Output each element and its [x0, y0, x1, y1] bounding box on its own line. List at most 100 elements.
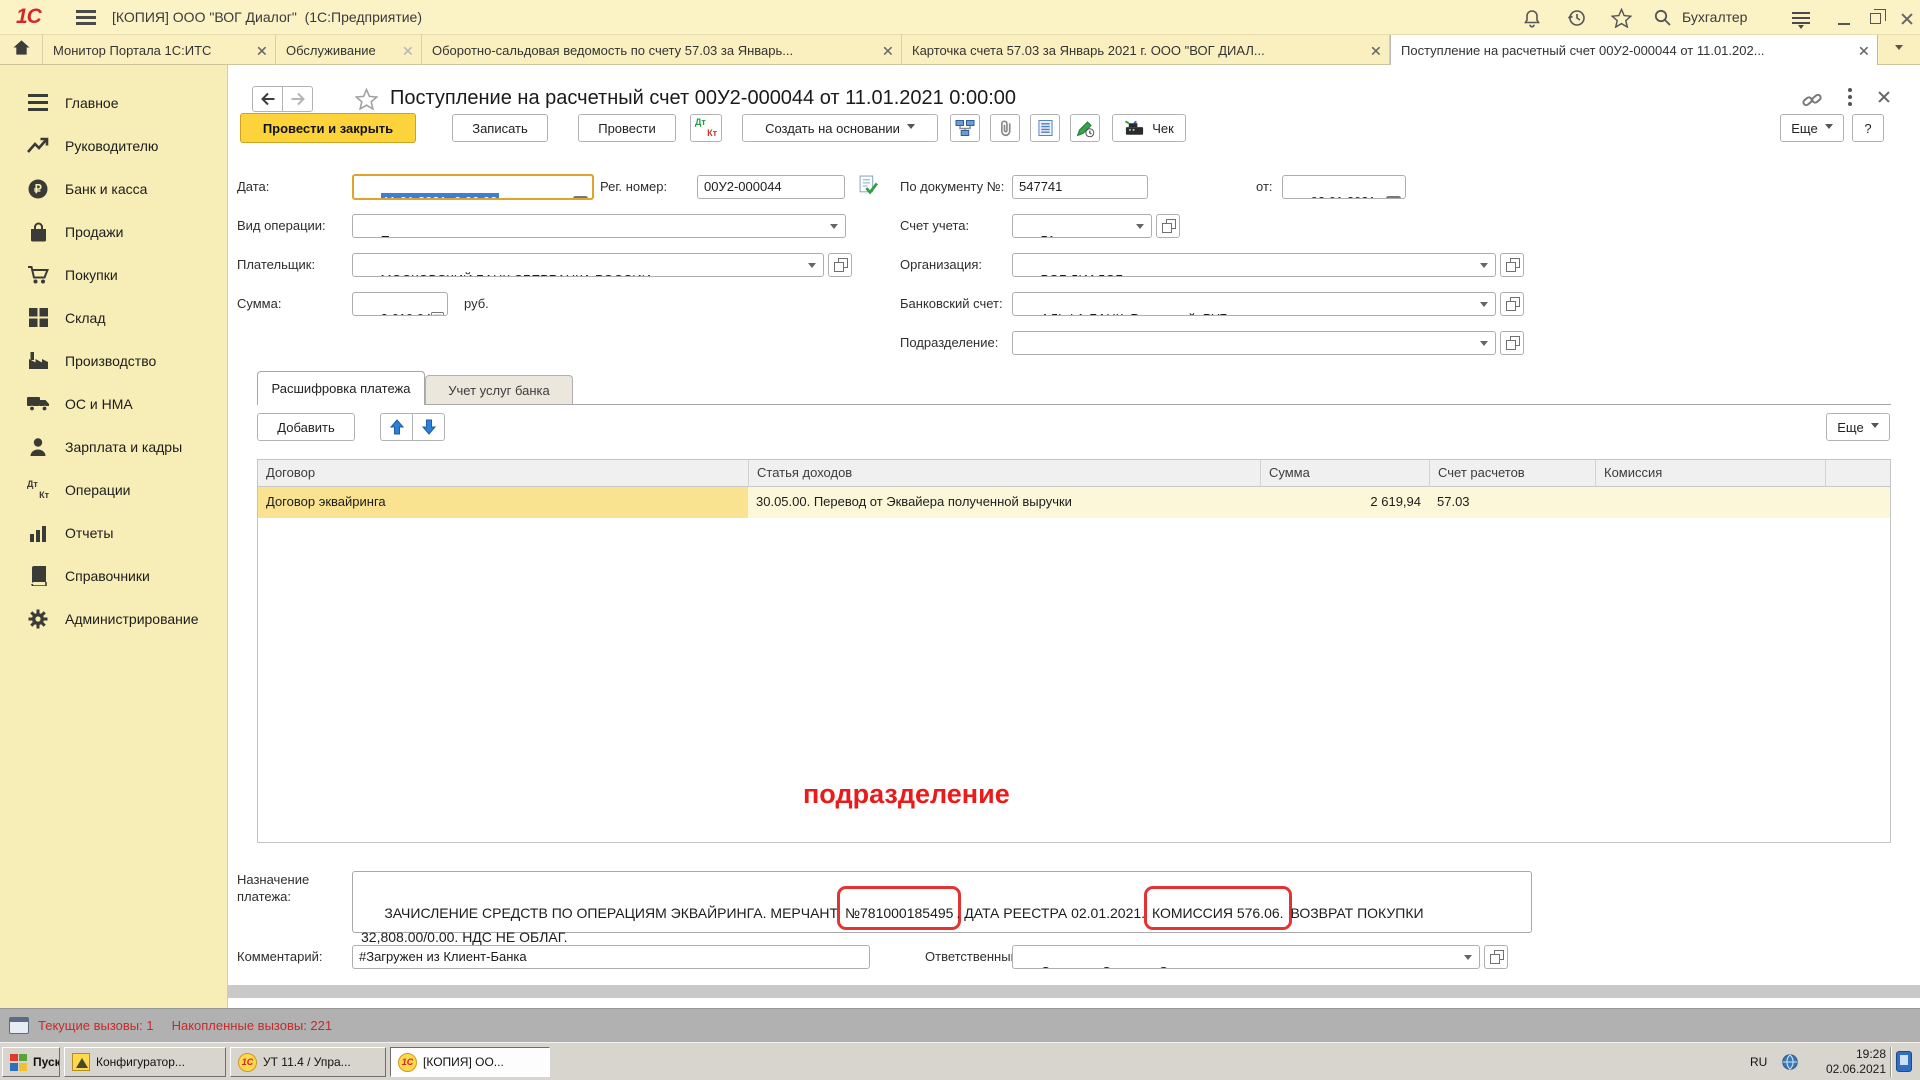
sidebar-item-glavnoe[interactable]: Главное	[0, 81, 227, 124]
create-based-on-button[interactable]: Создать на основании	[742, 114, 938, 142]
post-and-close-button[interactable]: Провести и закрыть	[240, 113, 416, 143]
functions-menu-icon[interactable]	[1790, 7, 1812, 29]
close-tab-icon[interactable]	[403, 46, 411, 54]
help-button[interactable]: ?	[1852, 114, 1884, 142]
responsible-open-button[interactable]	[1484, 945, 1508, 969]
calculator-icon[interactable]	[402, 297, 444, 316]
organization-select[interactable]: ВОГ ДИАЛОГ	[1012, 253, 1496, 277]
column-header[interactable]: Сумма	[1260, 460, 1429, 487]
check-receipt-button[interactable]: Чек	[1112, 114, 1186, 142]
table-more-button[interactable]: Еще	[1826, 413, 1890, 441]
horizontal-scrollbar[interactable]	[228, 985, 1920, 998]
tab-postuplenie-active[interactable]: Поступление на расчетный счет 00У2-00004…	[1390, 35, 1878, 65]
calendar-icon[interactable]	[1357, 180, 1401, 199]
responsible-select[interactable]: Сухоцкая Сладина Станиславовна	[1012, 945, 1480, 969]
table-cell-komissiya[interactable]	[1595, 487, 1825, 518]
bank-account-select[interactable]: АЛЬФА-БАНК Расчетный РУБ.	[1012, 292, 1496, 316]
date-field[interactable]: 11.01.2021 0:00:00	[352, 174, 594, 200]
start-button[interactable]: Пуск	[2, 1047, 60, 1077]
sidebar-item-spravochniki[interactable]: Справочники	[0, 554, 227, 597]
bank-account-open-button[interactable]	[1500, 292, 1524, 316]
sidebar-item-sklad[interactable]: Склад	[0, 296, 227, 339]
get-link-icon[interactable]	[1802, 90, 1822, 115]
search-icon[interactable]	[1652, 7, 1674, 29]
from-date-field[interactable]: 02.01.2021	[1282, 175, 1406, 199]
tab-obsluzhivanie[interactable]: Обслуживание	[276, 35, 422, 65]
sidebar-item-administrirovanie[interactable]: Администрирование	[0, 597, 227, 640]
table-cell-schet[interactable]: 57.03	[1429, 487, 1595, 518]
tab-kartochka-scheta[interactable]: Карточка счета 57.03 за Январь 2021 г. О…	[902, 35, 1390, 65]
move-row-up-button[interactable]	[380, 413, 413, 441]
close-tab-icon[interactable]	[883, 46, 891, 54]
division-select[interactable]	[1012, 331, 1496, 355]
sidebar-item-zarplata-i-kadry[interactable]: Зарплата и кадры	[0, 425, 227, 468]
account-select[interactable]: 51	[1012, 214, 1152, 238]
calendar-icon[interactable]	[544, 180, 588, 200]
purpose-textarea[interactable]: ЗАЧИСЛЕНИЕ СРЕДСТВ ПО ОПЕРАЦИЯМ ЭКВАЙРИН…	[352, 871, 1532, 933]
close-window-icon[interactable]	[1895, 7, 1917, 29]
table-cell-summa[interactable]: 2 619,94	[1260, 487, 1429, 518]
tab-list-chooser[interactable]	[1878, 35, 1920, 64]
network-globe-icon[interactable]	[1782, 1054, 1798, 1075]
language-indicator[interactable]: RU	[1750, 1050, 1767, 1074]
save-button[interactable]: Записать	[452, 114, 548, 142]
home-tab[interactable]	[0, 35, 43, 64]
toolbar-more-button[interactable]: Еще	[1780, 114, 1844, 142]
change-history-button[interactable]	[1070, 114, 1100, 142]
taskbar-button-ut[interactable]: 1С УТ 11.4 / Упра...	[230, 1047, 386, 1077]
comment-field[interactable]: #Загружен из Клиент-Банка	[352, 945, 870, 969]
main-menu-icon[interactable]	[76, 10, 96, 24]
history-icon[interactable]	[1566, 7, 1588, 29]
sidebar-item-otchety[interactable]: Отчеты	[0, 511, 227, 554]
payer-open-button[interactable]	[828, 253, 852, 277]
tab-bank-services[interactable]: Учет услуг банка	[425, 375, 573, 404]
related-documents-button[interactable]	[950, 114, 980, 142]
amount-field[interactable]: 2 619,94	[352, 292, 448, 316]
payment-register-button[interactable]	[1030, 114, 1060, 142]
sidebar-item-prodazhi[interactable]: Продажи	[0, 210, 227, 253]
nav-forward-button[interactable]	[282, 86, 313, 112]
close-document-icon[interactable]	[1878, 91, 1889, 102]
tray-monitor-icon[interactable]	[1896, 1051, 1912, 1072]
taskbar-button-configurator[interactable]: Конфигуратор...	[64, 1047, 226, 1077]
sidebar-item-rukovoditelyu[interactable]: Руководителю	[0, 124, 227, 167]
tab-payment-breakdown[interactable]: Расшифровка платежа	[257, 371, 425, 405]
notifications-bell-icon[interactable]	[1521, 7, 1543, 29]
table-cell-statya[interactable]: 30.05.00. Перевод от Эквайера полученной…	[748, 487, 1260, 518]
sidebar-item-operacii[interactable]: ДтКт Операции	[0, 468, 227, 511]
move-row-down-button[interactable]	[412, 413, 445, 441]
column-header[interactable]: Договор	[258, 460, 748, 487]
division-open-button[interactable]	[1500, 331, 1524, 355]
column-header[interactable]: Комиссия	[1595, 460, 1825, 487]
nav-back-button[interactable]	[252, 86, 283, 112]
account-open-button[interactable]	[1156, 214, 1180, 238]
sidebar-item-bank-i-kassa[interactable]: ₽ Банк и касса	[0, 167, 227, 210]
favorite-star-icon[interactable]	[355, 88, 378, 115]
show-postings-button[interactable]: ДтКт	[690, 114, 722, 142]
performance-window-icon[interactable]	[9, 1017, 29, 1034]
close-tab-icon[interactable]	[1371, 46, 1379, 54]
current-user[interactable]: Бухгалтер	[1682, 9, 1747, 25]
payer-select[interactable]: МОСКОВСКИЙ БАНК СБЕРБАНКА РОССИИ	[352, 253, 824, 277]
restore-window-icon[interactable]	[1864, 7, 1886, 29]
attachments-button[interactable]	[990, 114, 1020, 142]
tab-osv-57-03[interactable]: Оборотно-сальдовая ведомость по счету 57…	[422, 35, 902, 65]
tab-monitor-portala[interactable]: Монитор Портала 1С:ИТС	[43, 35, 276, 65]
organization-open-button[interactable]	[1500, 253, 1524, 277]
close-tab-icon[interactable]	[257, 46, 265, 54]
clock[interactable]: 19:28 02.06.2021	[1802, 1047, 1886, 1077]
table-cell-dogovor[interactable]: Договор эквайринга	[258, 487, 748, 518]
column-header[interactable]: Счет расчетов	[1429, 460, 1595, 487]
column-header[interactable]: Статья доходов	[748, 460, 1260, 487]
taskbar-button-kopiya-active[interactable]: 1С [КОПИЯ] ОО...	[390, 1047, 550, 1077]
minimize-icon[interactable]	[1833, 7, 1855, 29]
operation-type-select[interactable]: Поступление по платежным картам	[352, 214, 846, 238]
regnum-field[interactable]: 00У2-000044	[697, 175, 845, 199]
favorites-star-icon[interactable]	[1610, 7, 1632, 29]
sidebar-item-pokupki[interactable]: Покупки	[0, 253, 227, 296]
by-document-field[interactable]: 547741	[1012, 175, 1148, 199]
post-button[interactable]: Провести	[578, 114, 676, 142]
sidebar-item-os-i-nma[interactable]: ОС и НМА	[0, 382, 227, 425]
sidebar-item-proizvodstvo[interactable]: Производство	[0, 339, 227, 382]
close-tab-icon[interactable]	[1859, 46, 1867, 54]
